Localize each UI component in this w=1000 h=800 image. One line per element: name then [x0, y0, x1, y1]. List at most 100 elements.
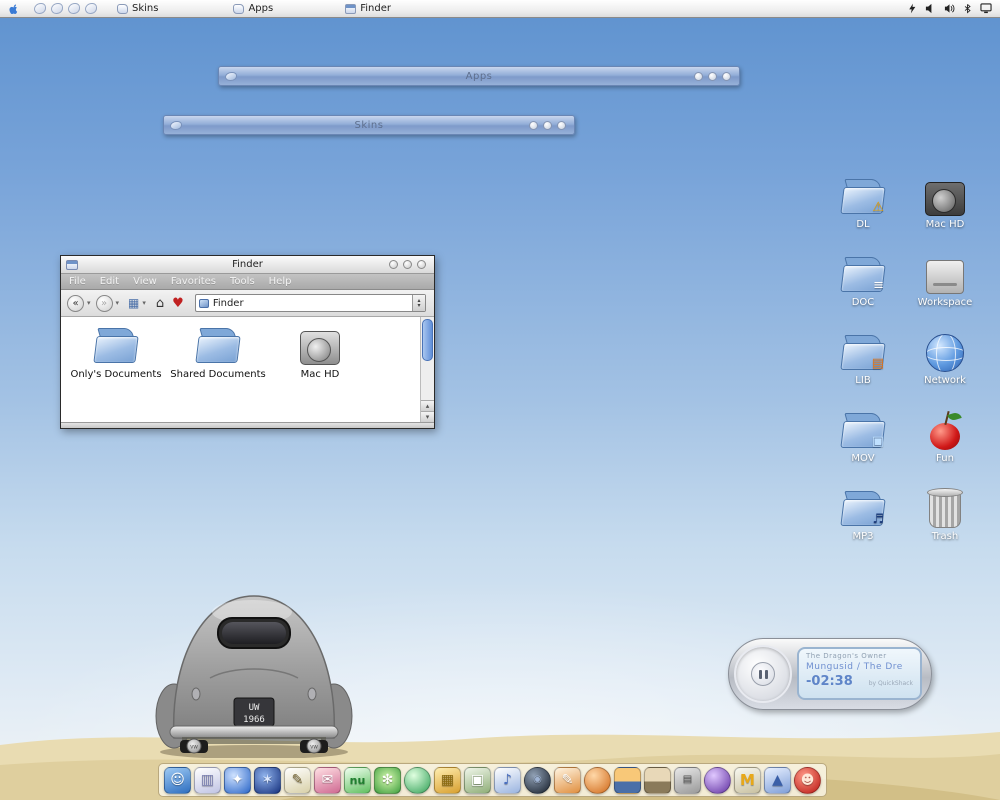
back-dropdown-icon[interactable]: ▾	[87, 299, 91, 307]
sound-waves-icon[interactable]	[944, 3, 955, 14]
apple-menu-icon[interactable]	[8, 3, 20, 15]
glove-icon[interactable]	[68, 3, 80, 14]
shade-icons-group	[34, 3, 97, 14]
menu-favorites[interactable]: Favorites	[171, 276, 216, 287]
menu-tools[interactable]: Tools	[230, 276, 255, 287]
menubar-item-skins[interactable]: Skins	[117, 3, 158, 14]
dock-item-mtv[interactable]: M	[734, 766, 761, 794]
folder-icon: ▤	[840, 332, 886, 372]
dock-item-glyph: ✻	[381, 772, 394, 788]
dock-item-purple-orb[interactable]	[704, 766, 731, 794]
display-icon[interactable]	[980, 3, 992, 14]
desktop-icon-doc[interactable]: ≡ DOC	[840, 250, 886, 328]
desktop-icon-trash[interactable]: Trash	[923, 484, 967, 562]
dock-item-textedit[interactable]: ✎	[284, 766, 311, 794]
views-dropdown-icon[interactable]: ▾	[142, 299, 146, 307]
address-value: Finder	[212, 297, 244, 309]
desktop-icon-network[interactable]: Network	[923, 328, 967, 406]
menubar-item-finder[interactable]: Finder	[345, 3, 391, 14]
minimize-button[interactable]	[389, 260, 398, 269]
favorites-heart-icon[interactable]: ♥	[172, 296, 184, 311]
minimize-button[interactable]	[529, 120, 538, 130]
desktop-icon-dl[interactable]: ⚠ DL	[840, 172, 886, 250]
dock-item-itunes[interactable]: ♪	[494, 766, 521, 794]
forward-dropdown-icon[interactable]: ▾	[116, 299, 120, 307]
close-button[interactable]	[417, 260, 426, 269]
dock-item-orange-orb[interactable]	[584, 766, 611, 794]
dock-item-preview[interactable]: ▣	[464, 766, 491, 794]
desktop-icon-workspace[interactable]: Workspace	[918, 250, 972, 328]
menu-help[interactable]: Help	[269, 276, 292, 287]
player-control-pad[interactable]	[734, 645, 792, 703]
dock-item-safari[interactable]: ✦	[224, 766, 251, 794]
address-stepper[interactable]: ▴ ▾	[412, 295, 425, 311]
scroll-down-button[interactable]: ▾	[421, 411, 434, 422]
power-icon[interactable]	[908, 3, 917, 14]
menu-file[interactable]: File	[69, 276, 86, 287]
file-item-onlys-documents[interactable]: Only's Documents	[67, 325, 165, 380]
dock-item-sherlock[interactable]: ✶	[254, 766, 281, 794]
glove-icon[interactable]	[85, 3, 97, 14]
menubar-item-apps[interactable]: Apps	[233, 3, 273, 14]
desktop-icon-mac-hd[interactable]: Mac HD	[923, 172, 967, 250]
dock-item-mail[interactable]: ✉	[314, 766, 341, 794]
desktop-icon-lib[interactable]: ▤ LIB	[840, 328, 886, 406]
harddisk-icon	[298, 325, 342, 365]
pause-icon	[758, 669, 762, 679]
shade-button[interactable]	[708, 71, 717, 81]
desktop-icon-mov[interactable]: ▣ MOV	[840, 406, 886, 484]
file-item-shared-documents[interactable]: Shared Documents	[169, 325, 267, 380]
pause-button[interactable]	[751, 662, 775, 686]
close-button[interactable]	[557, 120, 566, 130]
bluetooth-icon[interactable]	[963, 3, 972, 14]
folder-icon: ♬	[840, 488, 886, 528]
forward-button[interactable]: »	[95, 294, 113, 312]
dock-item-dark-orb[interactable]: ◉	[524, 766, 551, 794]
dock-item-shredder[interactable]: ▤	[674, 766, 701, 794]
dock-item-truck[interactable]	[614, 766, 641, 794]
finder-titlebar[interactable]: Finder	[61, 256, 434, 274]
shade-button[interactable]	[403, 260, 412, 269]
dock-item-green-orb[interactable]	[404, 766, 431, 794]
finder-window: Finder File Edit View Favorites Tools He…	[60, 255, 435, 429]
shaded-window-skins[interactable]: Skins	[163, 115, 575, 135]
stepper-down-icon: ▾	[417, 302, 421, 309]
globe-icon	[923, 332, 967, 372]
dock-item-contacts[interactable]: ▥	[194, 766, 221, 794]
file-item-mac-hd[interactable]: Mac HD	[271, 325, 369, 380]
shade-button[interactable]	[543, 120, 552, 130]
menu-edit[interactable]: Edit	[100, 276, 119, 287]
back-button[interactable]: «	[67, 294, 84, 312]
glove-icon[interactable]	[34, 3, 46, 14]
dock-item-flower[interactable]: ✻	[374, 766, 401, 794]
dock-item-stickies[interactable]: ▦	[434, 766, 461, 794]
close-button[interactable]	[722, 71, 731, 81]
shaded-window-apps[interactable]: Apps	[218, 66, 740, 86]
dock-item-wizard[interactable]: ▲	[764, 766, 791, 794]
player-credit: by QuickShack	[868, 680, 913, 687]
pause-icon	[764, 669, 768, 679]
views-button[interactable]: ▦	[128, 296, 139, 310]
home-button[interactable]: ⌂	[156, 296, 164, 311]
finder-statusbar	[61, 422, 434, 428]
hubcap-vw-logo: VW	[190, 745, 198, 751]
dock-item-van[interactable]	[644, 766, 671, 794]
desktop-icon-fun[interactable]: Fun	[925, 406, 965, 484]
dock-item-ink[interactable]: ✎	[554, 766, 581, 794]
folder-icon: ▣	[840, 410, 886, 450]
dock-item-nu[interactable]: nu	[344, 766, 371, 794]
location-icon	[198, 298, 209, 308]
menu-view[interactable]: View	[133, 276, 157, 287]
desktop-icon-mp3[interactable]: ♬ MP3	[840, 484, 886, 562]
scroll-up-button[interactable]: ▴	[421, 400, 434, 411]
dock-item-finder[interactable]: ☺	[164, 766, 191, 794]
window-buttons	[694, 71, 731, 81]
movie-badge-icon: ▣	[871, 434, 884, 449]
scrollbar[interactable]: ▴ ▾	[420, 317, 434, 422]
dock-item-daruma[interactable]: ☻	[794, 766, 821, 794]
address-combobox[interactable]: Finder ▴ ▾	[194, 294, 426, 312]
scrollbar-thumb[interactable]	[422, 319, 433, 361]
volume-icon[interactable]	[925, 3, 936, 14]
glove-icon[interactable]	[51, 3, 63, 14]
minimize-button[interactable]	[694, 71, 703, 81]
